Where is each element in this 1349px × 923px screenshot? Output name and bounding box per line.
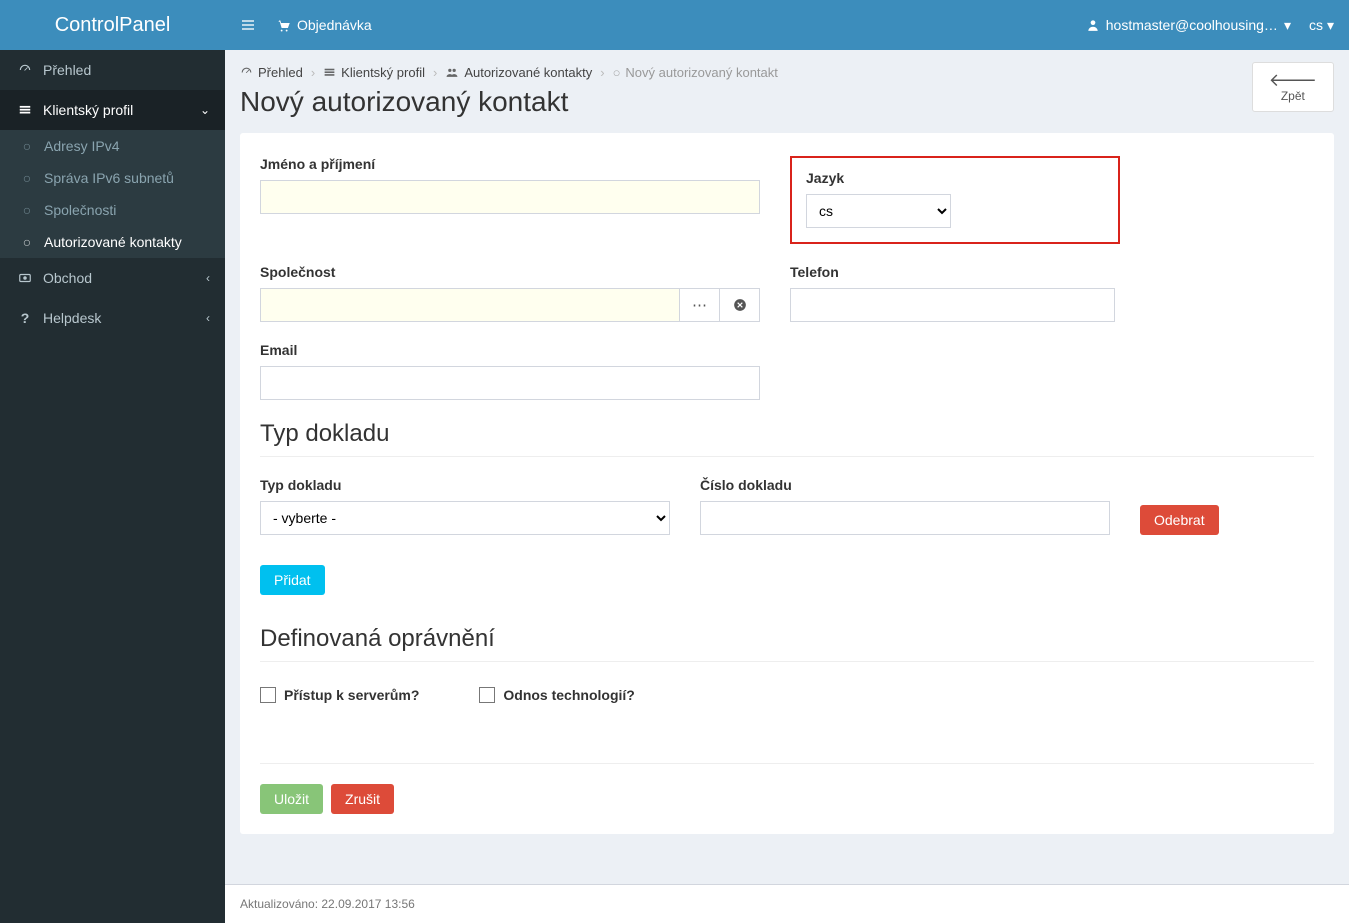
lang-label: cs (1309, 17, 1323, 33)
sidebar-submenu: ○ Adresy IPv4 ○ Správa IPv6 subnetů ○ Sp… (0, 130, 225, 258)
email-input[interactable] (260, 366, 760, 400)
doc-number-input[interactable] (700, 501, 1110, 535)
company-label: Společnost (260, 264, 760, 280)
content-header: Přehled › Klientský profil › Autorizovan… (225, 50, 1349, 133)
menu-toggle-icon[interactable] (240, 17, 256, 33)
sidebar-item-shop[interactable]: Obchod ‹ (0, 258, 225, 298)
company-clear-button[interactable] (720, 288, 760, 322)
save-button[interactable]: Uložit (260, 784, 323, 814)
add-doc-button[interactable]: Přidat (260, 565, 325, 595)
user-icon (1086, 18, 1100, 32)
breadcrumb-sep: › (600, 65, 604, 80)
lang-highlight-box: Jazyk cs (790, 156, 1120, 244)
company-browse-button[interactable]: ⋯ (680, 288, 720, 322)
sidebar: ControlPanel Přehled Klientský profil ⌄ … (0, 0, 225, 923)
breadcrumb-sep: › (433, 65, 437, 80)
perm-tech-removal[interactable]: Odnos technologií? (479, 687, 634, 703)
sidebar-sub-label: Společnosti (44, 202, 116, 218)
language-select[interactable]: cs (806, 194, 951, 228)
main-area: Objednávka hostmaster@coolhousing… ▾ cs … (225, 0, 1349, 923)
chevron-down-icon: ⌄ (200, 103, 210, 117)
name-input[interactable] (260, 180, 760, 214)
perm-label: Přístup k serverům? (284, 687, 419, 703)
breadcrumb-overview[interactable]: Přehled (240, 65, 303, 80)
doc-type-select[interactable]: - vyberte - (260, 501, 670, 535)
caret-down-icon: ▾ (1327, 17, 1334, 34)
checkbox-icon[interactable] (260, 687, 276, 703)
sidebar-sub-companies[interactable]: ○ Společnosti (0, 194, 225, 226)
back-button[interactable]: 🡐 Zpět (1252, 62, 1334, 112)
breadcrumb-client-profile[interactable]: Klientský profil (323, 65, 425, 80)
arrow-left-icon: 🡐 (1269, 71, 1317, 89)
caret-down-icon: ▾ (1284, 17, 1291, 34)
circle-icon: ○ (18, 138, 36, 154)
nav-order[interactable]: Objednávka (276, 17, 372, 33)
sidebar-item-label: Klientský profil (43, 102, 133, 118)
chevron-left-icon: ‹ (206, 271, 210, 285)
breadcrumb-auth-contacts[interactable]: Autorizované kontakty (445, 65, 592, 80)
company-input[interactable] (260, 288, 680, 322)
sidebar-item-label: Helpdesk (43, 310, 101, 326)
nav-order-label: Objednávka (297, 17, 372, 33)
breadcrumb-label: Autorizované kontakty (464, 65, 592, 80)
footer-updated: Aktualizováno: 22.09.2017 13:56 (240, 897, 415, 911)
profile-icon (323, 66, 336, 79)
dashboard-icon (15, 63, 35, 77)
remove-doc-button[interactable]: Odebrat (1140, 505, 1219, 535)
doc-type-label: Typ dokladu (260, 477, 670, 493)
checkbox-icon[interactable] (479, 687, 495, 703)
doc-section-title: Typ dokladu (260, 420, 1314, 457)
footer: Aktualizováno: 22.09.2017 13:56 (225, 884, 1349, 923)
breadcrumb: Přehled › Klientský profil › Autorizovan… (240, 65, 1334, 80)
cancel-button[interactable]: Zrušit (331, 784, 394, 814)
users-icon (445, 66, 459, 79)
perm-server-access[interactable]: Přístup k serverům? (260, 687, 419, 703)
name-label: Jméno a příjmení (260, 156, 760, 172)
perm-label: Odnos technologií? (503, 687, 634, 703)
sidebar-sub-ipv4[interactable]: ○ Adresy IPv4 (0, 130, 225, 162)
clear-icon (733, 298, 747, 312)
sidebar-sub-ipv6[interactable]: ○ Správa IPv6 subnetů (0, 162, 225, 194)
circle-icon: ○ (18, 234, 36, 250)
chevron-left-icon: ‹ (206, 311, 210, 325)
sidebar-item-overview[interactable]: Přehled (0, 50, 225, 90)
sidebar-sub-label: Adresy IPv4 (44, 138, 119, 154)
brand-logo[interactable]: ControlPanel (0, 0, 225, 50)
breadcrumb-sep: › (311, 65, 315, 80)
form-panel: Jméno a příjmení Jazyk cs (240, 133, 1334, 834)
sidebar-sub-label: Správa IPv6 subnetů (44, 170, 174, 186)
lang-switch[interactable]: cs ▾ (1309, 17, 1334, 34)
perms-section-title: Definovaná oprávnění (260, 625, 1314, 662)
circle-icon: ○ (613, 65, 621, 80)
phone-label: Telefon (790, 264, 1120, 280)
topbar: Objednávka hostmaster@coolhousing… ▾ cs … (225, 0, 1349, 50)
sidebar-item-client-profile[interactable]: Klientský profil ⌄ (0, 90, 225, 130)
email-label: Email (260, 342, 760, 358)
money-icon (15, 271, 35, 285)
language-label: Jazyk (806, 170, 1104, 186)
sidebar-item-label: Přehled (43, 62, 91, 78)
ellipsis-icon: ⋯ (692, 296, 707, 314)
dashboard-icon (240, 66, 253, 79)
back-label: Zpět (1281, 89, 1305, 103)
user-name: hostmaster@coolhousing… (1106, 17, 1278, 33)
phone-input[interactable] (790, 288, 1115, 322)
user-menu[interactable]: hostmaster@coolhousing… ▾ (1086, 17, 1291, 34)
breadcrumb-label: Klientský profil (341, 65, 425, 80)
sidebar-item-label: Obchod (43, 270, 92, 286)
breadcrumb-label: Nový autorizovaný kontakt (625, 65, 777, 80)
sidebar-item-helpdesk[interactable]: ? Helpdesk ‹ (0, 298, 225, 338)
breadcrumb-new-contact: ○ Nový autorizovaný kontakt (613, 65, 778, 80)
question-icon: ? (15, 310, 35, 326)
cart-icon (276, 18, 291, 33)
circle-icon: ○ (18, 202, 36, 218)
page-title: Nový autorizovaný kontakt (240, 86, 568, 118)
breadcrumb-label: Přehled (258, 65, 303, 80)
doc-number-label: Číslo dokladu (700, 477, 1110, 493)
profile-icon (15, 103, 35, 117)
sidebar-sub-auth-contacts[interactable]: ○ Autorizované kontakty (0, 226, 225, 258)
circle-icon: ○ (18, 170, 36, 186)
sidebar-sub-label: Autorizované kontakty (44, 234, 182, 250)
